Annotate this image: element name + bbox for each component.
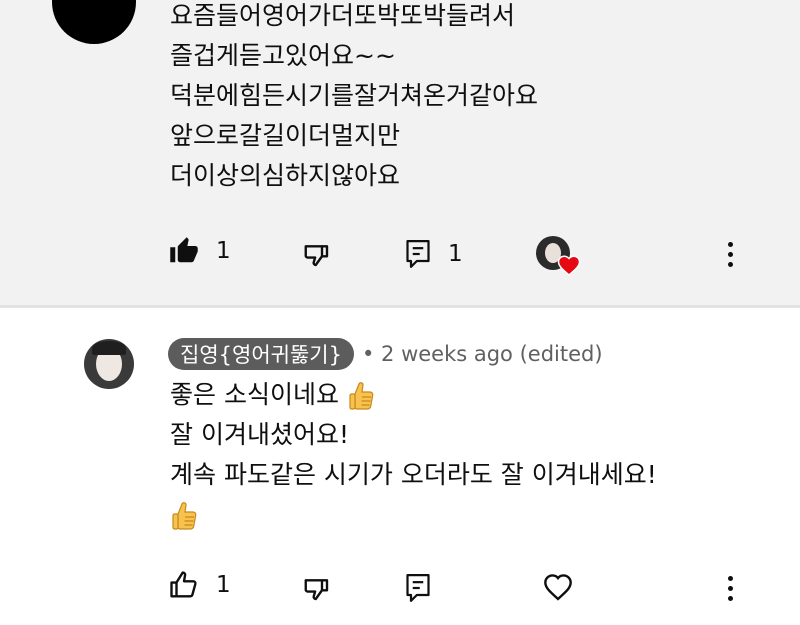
thumbs-up-emoji [349, 382, 374, 410]
comment-line: 즐겁게듣고있어요~~ [170, 41, 396, 70]
heart-outline-icon [544, 574, 572, 601]
comment-line: 덕분에힘든시기를잘거쳐온거같아요 [170, 81, 539, 110]
creator-heart-icon [557, 255, 581, 276]
reply-count: 1 [448, 241, 463, 267]
dislike-button[interactable] [302, 240, 332, 270]
creator-heart-badge [536, 234, 582, 276]
more-vert-icon [727, 576, 733, 581]
more-options-button[interactable] [726, 576, 734, 601]
author-avatar[interactable] [84, 339, 134, 389]
more-options-button[interactable] [726, 242, 734, 267]
like-count: 1 [216, 572, 231, 598]
reply-button[interactable] [404, 572, 432, 604]
dislike-button[interactable] [302, 574, 332, 604]
comment-header: 집영{영어귀뚫기} • 2 weeks ago (edited) [168, 336, 603, 372]
comment-action-bar: 1 1 [0, 232, 800, 276]
thumb-up-outline-icon [170, 571, 197, 598]
comment-body: 좋은 소식이네요 잘 이겨내셨어요! 계속 파도같은 시기가 오더라도 잘 이겨… [170, 375, 657, 535]
thumb-down-icon [304, 579, 329, 601]
comment-line: 더이상의심하지않아요 [170, 161, 401, 190]
heart-button[interactable] [542, 572, 574, 602]
author-name-chip[interactable]: 집영{영어귀뚫기} [168, 338, 354, 370]
comment-line: 요즘들어영어가더또박또박들려서 [170, 1, 516, 30]
thumb-up-filled-icon [170, 237, 198, 263]
comment-line: 계속 파도같은 시기가 오더라도 잘 이겨내세요! [170, 460, 657, 489]
comment-reply-icon [406, 240, 430, 268]
comment-reply-icon [406, 574, 430, 602]
comment-line: 잘 이겨내셨어요! [170, 420, 349, 449]
comment-action-bar: 1 [0, 566, 800, 606]
thumb-down-icon [304, 245, 329, 267]
like-count: 1 [216, 238, 231, 264]
comment-body: 요즘들어영어가더또박또박들려서 즐겁게듣고있어요~~ 덕분에힘든시기를잘거쳐온거… [170, 0, 538, 196]
like-button[interactable]: 1 [168, 570, 231, 600]
comment-line: 앞으로갈길이더멀지만 [170, 121, 401, 150]
like-button[interactable]: 1 [168, 236, 231, 266]
more-vert-icon [727, 242, 733, 247]
reply-button[interactable]: 1 [404, 238, 463, 270]
comment-line [170, 495, 657, 535]
thumbs-up-emoji [172, 502, 197, 530]
timestamp: • 2 weeks ago (edited) [361, 342, 603, 366]
comment-line: 좋은 소식이네요 [170, 375, 657, 415]
